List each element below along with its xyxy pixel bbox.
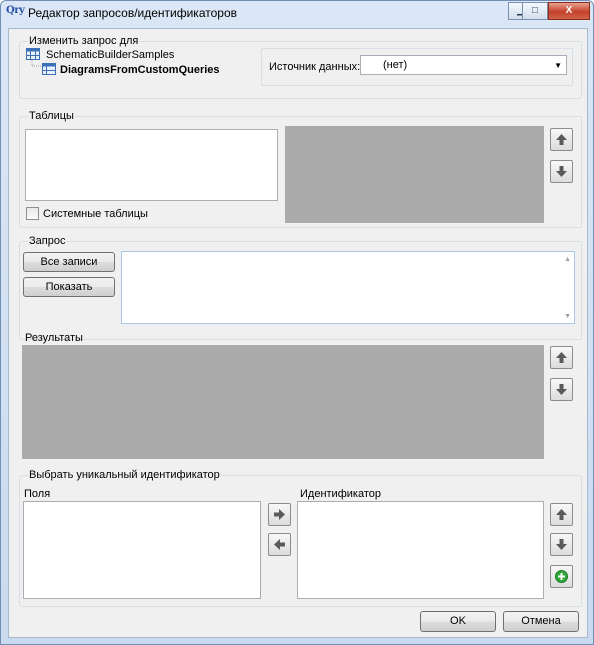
- tables-move-up-button[interactable]: [550, 128, 573, 151]
- results-move-up-button[interactable]: [550, 346, 573, 369]
- arrow-up-icon: [556, 352, 567, 363]
- chevron-down-icon: ▼: [554, 61, 562, 70]
- identifier-move-down-button[interactable]: [550, 533, 573, 556]
- system-tables-label: Системные таблицы: [43, 208, 148, 220]
- scroll-up-icon[interactable]: ▲: [564, 256, 571, 263]
- window-title: Редактор запросов/идентификаторов: [28, 6, 237, 20]
- arrow-down-icon: [556, 384, 567, 395]
- arrow-up-icon: [556, 134, 567, 145]
- results-move-down-button[interactable]: [550, 378, 573, 401]
- dialog-client-area: Изменить запрос для SchematicBuilderSamp…: [8, 28, 588, 638]
- tree-item-database[interactable]: SchematicBuilderSamples: [46, 49, 174, 61]
- identifier-list[interactable]: [297, 501, 544, 599]
- green-plus-icon: [555, 570, 568, 583]
- change-query-group-label: Изменить запрос для: [28, 35, 140, 47]
- tables-group: Таблицы Системные таблицы: [19, 110, 582, 228]
- fields-list[interactable]: [23, 501, 261, 599]
- identifier-label: Идентификатор: [300, 488, 381, 500]
- app-icon: Qry: [6, 5, 25, 16]
- tables-list[interactable]: [25, 129, 278, 201]
- datasource-panel: Источник данных: (нет) ▼: [261, 48, 573, 86]
- unique-id-group: Выбрать уникальный идентификатор Поля Ид…: [19, 469, 582, 607]
- cancel-button[interactable]: Отмена: [503, 611, 579, 632]
- arrow-right-icon: [274, 509, 285, 520]
- all-records-button[interactable]: Все записи: [23, 252, 115, 272]
- datasource-combo[interactable]: (нет) ▼: [360, 55, 567, 75]
- change-query-group: Изменить запрос для SchematicBuilderSamp…: [19, 35, 582, 99]
- fields-label: Поля: [24, 488, 51, 500]
- add-to-identifier-button[interactable]: [268, 503, 291, 526]
- remove-from-identifier-button[interactable]: [268, 533, 291, 556]
- results-grid[interactable]: [22, 345, 544, 459]
- maximize-button[interactable]: □: [522, 2, 548, 20]
- table-icon: [42, 63, 56, 75]
- identifier-move-up-button[interactable]: [550, 503, 573, 526]
- query-editor-window: Qry Редактор запросов/идентификаторов ▁ …: [0, 0, 594, 645]
- arrow-up-icon: [556, 509, 567, 520]
- unique-id-group-label: Выбрать уникальный идентификатор: [28, 469, 221, 481]
- datasource-label: Источник данных:: [269, 61, 361, 73]
- tables-fields-panel: [285, 126, 544, 223]
- scroll-down-icon[interactable]: ▼: [564, 313, 571, 320]
- database-icon: [26, 48, 40, 60]
- add-identifier-button[interactable]: [550, 565, 573, 588]
- tables-group-label: Таблицы: [28, 110, 75, 122]
- arrow-down-icon: [556, 166, 567, 177]
- query-group-label: Запрос: [28, 235, 67, 247]
- show-button[interactable]: Показать: [23, 277, 115, 297]
- results-label: Результаты: [25, 332, 83, 344]
- tree-item-query[interactable]: DiagramsFromCustomQueries: [60, 64, 220, 76]
- title-bar[interactable]: Qry Редактор запросов/идентификаторов ▁ …: [1, 1, 593, 23]
- ok-button[interactable]: OK: [420, 611, 496, 632]
- arrow-down-icon: [556, 539, 567, 550]
- query-text-area[interactable]: ▲ ▼: [121, 251, 575, 324]
- datasource-value: (нет): [383, 59, 408, 71]
- arrow-left-icon: [274, 539, 285, 550]
- tables-move-down-button[interactable]: [550, 160, 573, 183]
- close-button[interactable]: X: [548, 2, 590, 20]
- system-tables-checkbox[interactable]: [26, 207, 39, 220]
- query-group: Запрос Все записи Показать ▲ ▼: [19, 235, 582, 340]
